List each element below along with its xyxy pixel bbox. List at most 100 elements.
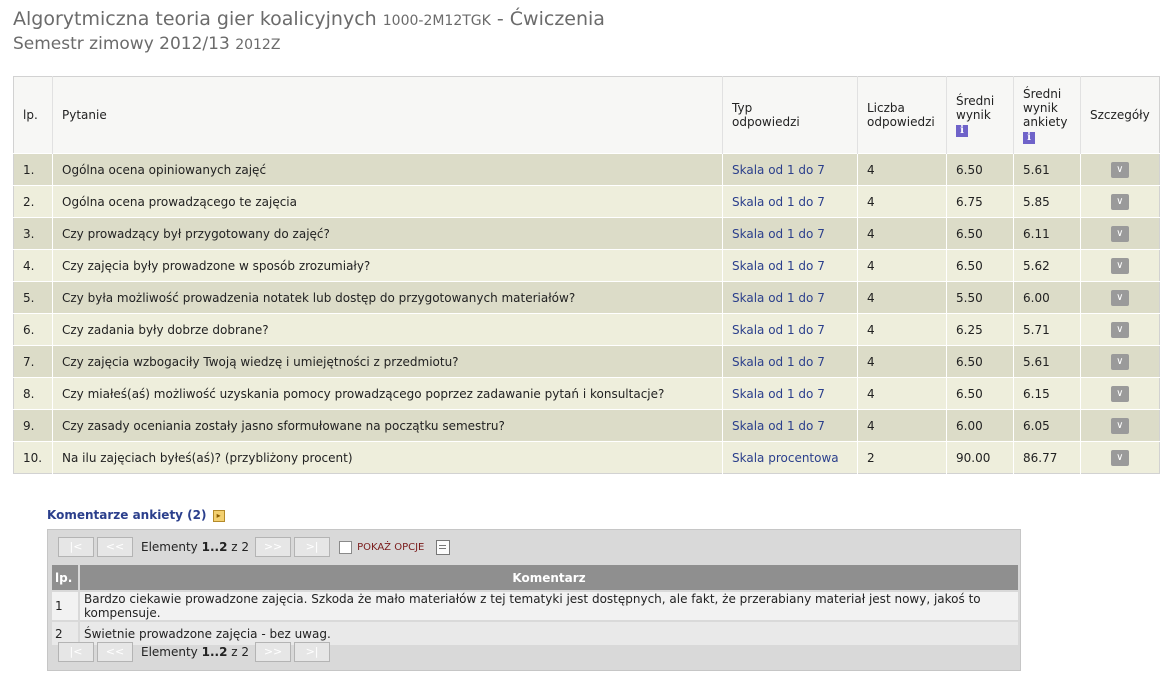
row-response-type-link[interactable]: Skala od 1 do 7 (722, 249, 858, 282)
chevron-down-icon: ∨ (1116, 163, 1124, 175)
row-response-type-link[interactable]: Skala od 1 do 7 (722, 377, 858, 410)
row-avg-survey-score: 86.77 (1013, 441, 1081, 474)
chevron-down-icon: ∨ (1116, 387, 1124, 399)
table-row: 9. Czy zasady oceniania zostały jasno sf… (13, 409, 1160, 442)
row-response-type-link[interactable]: Skala od 1 do 7 (722, 185, 858, 218)
row-response-type-link[interactable]: Skala od 1 do 7 (722, 153, 858, 186)
expand-details-button[interactable]: ∨ (1110, 417, 1129, 434)
row-lp: 9. (13, 409, 53, 442)
row-response-type-link[interactable]: Skala od 1 do 7 (722, 281, 858, 314)
info-icon[interactable]: i (1023, 131, 1035, 144)
row-response-type-link[interactable]: Skala od 1 do 7 (722, 313, 858, 346)
row-question: Ogólna ocena opiniowanych zajęć (52, 153, 723, 186)
pagination-top: |< << Elementy 1..2 z 2 >> >| POKAŻ OPCJ… (58, 536, 451, 558)
table-row: 8. Czy miałeś(aś) możliwość uzyskania po… (13, 377, 1160, 410)
row-response-count: 4 (857, 345, 947, 378)
expand-details-button[interactable]: ∨ (1110, 321, 1129, 338)
row-question: Czy była możliwość prowadzenia notatek l… (52, 281, 723, 314)
expand-details-button[interactable]: ∨ (1110, 257, 1129, 274)
row-avg-survey-score: 6.15 (1013, 377, 1081, 410)
expand-details-button[interactable]: ∨ (1110, 161, 1129, 178)
row-response-type-link[interactable]: Skala procentowa (722, 441, 858, 474)
row-lp: 4. (13, 249, 53, 282)
row-avg-score: 6.75 (946, 185, 1014, 218)
row-response-type-link[interactable]: Skala od 1 do 7 (722, 345, 858, 378)
expand-details-button[interactable]: ∨ (1110, 449, 1129, 466)
row-details-cell: ∨ (1080, 313, 1160, 346)
expand-details-button[interactable]: ∨ (1110, 193, 1129, 210)
row-details-cell: ∨ (1080, 153, 1160, 186)
first-page-button[interactable]: |< (58, 642, 94, 662)
expand-details-button[interactable]: ∨ (1110, 353, 1129, 370)
col-response-count-label: Liczba odpowiedzi (867, 101, 935, 129)
comments-col-lp: lp. (52, 565, 80, 591)
chevron-down-icon: ∨ (1116, 451, 1124, 463)
count-of: z (231, 540, 238, 554)
row-response-count: 4 (857, 313, 947, 346)
row-avg-survey-score: 6.00 (1013, 281, 1081, 314)
comment-text: Bardzo ciekawie prowadzone zajęcia. Szko… (79, 590, 1018, 621)
prev-page-button[interactable]: << (97, 537, 133, 557)
row-avg-score: 6.50 (946, 377, 1014, 410)
last-page-button[interactable]: >| (294, 537, 331, 557)
prev-page-button[interactable]: << (97, 642, 133, 662)
row-avg-survey-score: 5.61 (1013, 345, 1081, 378)
export-document-icon[interactable] (436, 539, 451, 555)
chevron-down-icon: ∨ (1116, 355, 1124, 367)
last-page-button[interactable]: >| (294, 642, 331, 662)
survey-results-table: lp. Pytanie Typ odpowiedzi Liczba odpowi… (13, 76, 1160, 474)
row-avg-survey-score: 6.11 (1013, 217, 1081, 250)
row-question: Ogólna ocena prowadzącego te zajęcia (52, 185, 723, 218)
row-avg-score: 6.50 (946, 217, 1014, 250)
row-avg-score: 6.50 (946, 249, 1014, 282)
expand-details-button[interactable]: ∨ (1110, 385, 1129, 402)
comments-col-comment: Komentarz (79, 565, 1018, 591)
chevron-down-icon: ∨ (1116, 323, 1124, 335)
row-lp: 6. (13, 313, 53, 346)
count-range: 1..2 (201, 540, 228, 554)
col-lp: lp. (13, 76, 53, 154)
expand-details-button[interactable]: ∨ (1110, 289, 1129, 306)
row-avg-score: 6.00 (946, 409, 1014, 442)
row-question: Na ilu zajęciach byłeś(aś)? (przybliżony… (52, 441, 723, 474)
comments-heading[interactable]: Komentarze ankiety (2) ▸ (47, 508, 225, 522)
col-avg-score: Średni wynik i (946, 76, 1014, 154)
row-response-count: 4 (857, 217, 947, 250)
row-details-cell: ∨ (1080, 185, 1160, 218)
row-lp: 8. (13, 377, 53, 410)
count-total: 2 (241, 645, 250, 659)
next-page-button[interactable]: >> (255, 642, 292, 662)
row-lp: 10. (13, 441, 53, 474)
row-details-cell: ∨ (1080, 441, 1160, 474)
count-prefix: Elementy (141, 645, 198, 659)
row-response-type-link[interactable]: Skala od 1 do 7 (722, 409, 858, 442)
expand-details-button[interactable]: ∨ (1110, 225, 1129, 242)
semester-name: Semestr zimowy 2012/13 (13, 34, 230, 54)
row-question: Czy zasady oceniania zostały jasno sform… (52, 409, 723, 442)
row-avg-survey-score: 5.61 (1013, 153, 1081, 186)
show-options-checkbox[interactable] (339, 540, 353, 554)
expand-arrow-icon[interactable]: ▸ (212, 510, 225, 522)
row-avg-score: 90.00 (946, 441, 1014, 474)
row-question: Czy zadania były dobrze dobrane? (52, 313, 723, 346)
chevron-down-icon: ∨ (1116, 419, 1124, 431)
row-response-count: 2 (857, 441, 947, 474)
row-response-count: 4 (857, 377, 947, 410)
row-response-type-link[interactable]: Skala od 1 do 7 (722, 217, 858, 250)
course-code: 1000-2M12TGK (382, 13, 491, 29)
comments-table: lp. Komentarz 1 Bardzo ciekawie prowadzo… (52, 565, 1018, 645)
info-icon[interactable]: i (956, 124, 968, 137)
course-title-line: Algorytmiczna teoria gier koalicyjnych 1… (13, 8, 605, 33)
comments-heading-label[interactable]: Komentarze ankiety (2) (47, 508, 207, 522)
row-lp: 1. (13, 153, 53, 186)
row-response-count: 4 (857, 153, 947, 186)
row-question: Czy prowadzący był przygotowany do zajęć… (52, 217, 723, 250)
row-response-count: 4 (857, 249, 947, 282)
col-response-count: Liczba odpowiedzi (857, 76, 947, 154)
next-page-button[interactable]: >> (255, 537, 292, 557)
table-row: 1. Ogólna ocena opiniowanych zajęć Skala… (13, 153, 1160, 186)
semester-line: Semestr zimowy 2012/13 2012Z (13, 33, 605, 57)
first-page-button[interactable]: |< (58, 537, 94, 557)
row-avg-score: 6.50 (946, 153, 1014, 186)
show-options-label[interactable]: POKAŻ OPCJE (357, 542, 424, 553)
